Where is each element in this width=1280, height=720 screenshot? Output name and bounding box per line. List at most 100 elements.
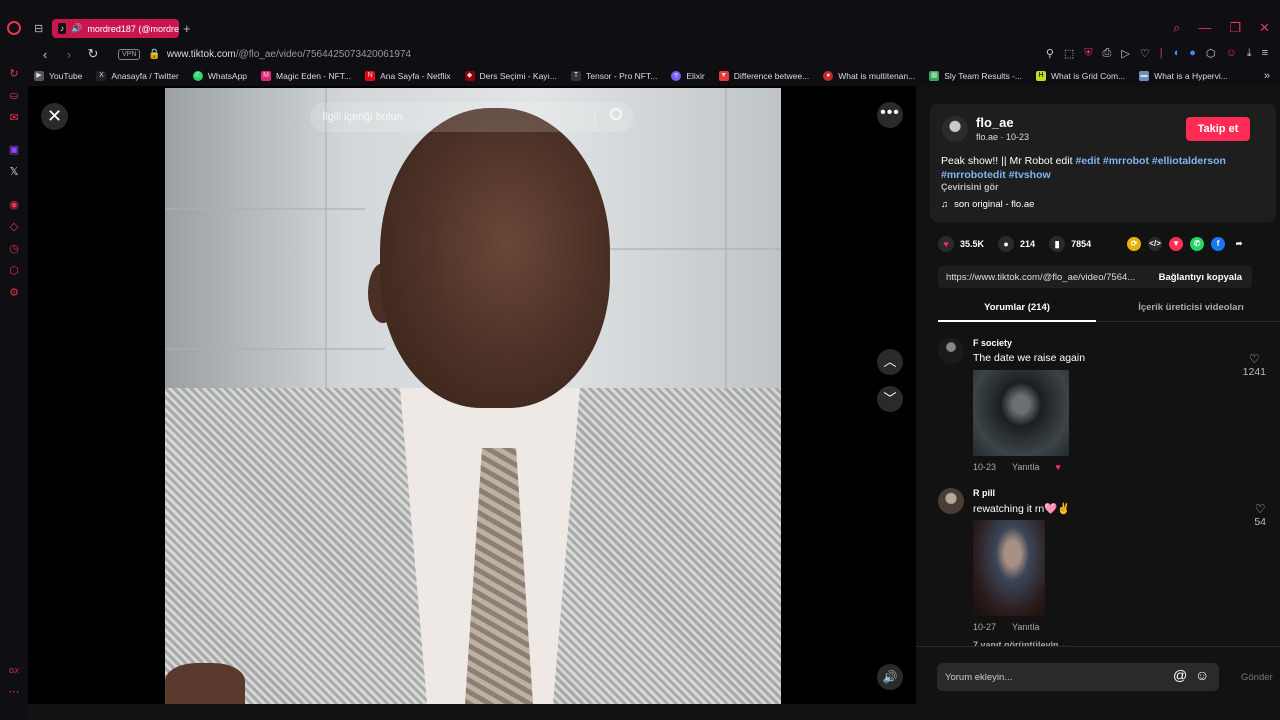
bookmark-netflix[interactable]: N Ana Sayfa - Netflix: [365, 71, 451, 81]
whatsapp-share-icon[interactable]: ✆: [1190, 237, 1205, 251]
reply-button[interactable]: Yanıtla: [1012, 622, 1039, 632]
video-player[interactable]: [165, 88, 781, 704]
refresh-sidebar-icon[interactable]: ↻: [8, 68, 20, 80]
commenter-avatar[interactable]: [938, 338, 964, 364]
embed-icon[interactable]: </>: [1148, 237, 1163, 251]
search-tabs-icon[interactable]: ⌕: [1173, 20, 1180, 36]
tab-menu-icon[interactable]: ⊟: [34, 22, 43, 35]
commenter-name[interactable]: F society: [973, 338, 1012, 348]
commenter-avatar[interactable]: [938, 488, 964, 514]
comment-placeholder: Yorum ekleyin...: [945, 671, 1013, 683]
minimize-icon[interactable]: —: [1198, 20, 1211, 36]
more-options-button[interactable]: •••: [877, 102, 903, 128]
history-icon[interactable]: ◷: [8, 243, 20, 255]
download-icon[interactable]: ⤓: [1247, 47, 1252, 60]
bookmark-sidebar-icon[interactable]: ◇: [8, 221, 20, 233]
send-to-friends-icon[interactable]: ▼: [1169, 237, 1184, 251]
bag-icon[interactable]: ⛀: [8, 90, 20, 102]
bookmark-grid[interactable]: H What is Grid Com...: [1036, 71, 1125, 81]
search-icon[interactable]: [610, 108, 622, 120]
player-icon[interactable]: ◉: [8, 199, 20, 211]
comment-image[interactable]: [973, 520, 1045, 616]
share-icons: ⟳ </> ▼ ✆ f ➦: [1127, 237, 1253, 251]
bookmark-label: WhatsApp: [207, 71, 248, 81]
extensions-sidebar-icon[interactable]: ⬡: [8, 265, 20, 277]
bookmark-sly-team[interactable]: ▦ Sly Team Results -...: [929, 71, 1022, 81]
more-icon[interactable]: ⋯: [8, 686, 20, 698]
save-button[interactable]: ▮ 7854: [1049, 236, 1091, 252]
facebook-share-icon[interactable]: f: [1211, 237, 1226, 251]
follow-button[interactable]: Takip et: [1186, 117, 1250, 141]
related-search-input[interactable]: İlgili içeriği bulun: [310, 102, 634, 132]
gx-icon[interactable]: GX: [8, 666, 20, 678]
comment-input[interactable]: Yorum ekleyin... @ ☺: [937, 663, 1219, 691]
close-window-icon[interactable]: ✕: [1259, 20, 1270, 36]
vpn-badge[interactable]: VPN: [118, 48, 141, 60]
tensor-icon: T: [571, 71, 581, 81]
speaker-icon[interactable]: 🔊: [71, 23, 82, 34]
copy-link-button[interactable]: Bağlantıyı kopyala: [1159, 272, 1242, 283]
profile-icon[interactable]: ☺: [1225, 47, 1236, 60]
twitch-icon[interactable]: ▣: [8, 144, 20, 156]
comment-image[interactable]: [973, 370, 1069, 456]
back-icon[interactable]: ‹: [38, 47, 52, 62]
url-field[interactable]: www.tiktok.com/@flo_ae/video/75644250734…: [167, 49, 411, 60]
creator-username[interactable]: flo_ae: [976, 115, 1014, 130]
bookmarks-overflow-icon[interactable]: »: [1264, 70, 1270, 82]
music-link[interactable]: ♫ son original - flo.ae: [941, 199, 1034, 210]
volume-button[interactable]: 🔊: [877, 664, 903, 690]
opera-logo-icon[interactable]: [7, 21, 21, 35]
active-tab[interactable]: ♪ 🔊 mordred187 (@mordre: [52, 19, 179, 38]
lock-icon[interactable]: 🔒: [148, 49, 160, 60]
tab-comments[interactable]: Yorumlar (214): [938, 302, 1096, 322]
new-tab-button[interactable]: +: [183, 21, 191, 36]
send-icon[interactable]: ▷: [1121, 47, 1129, 60]
comment-like-count: 54: [1254, 516, 1266, 528]
extensions-icon[interactable]: ⬡: [1206, 47, 1216, 60]
snapshot-icon[interactable]: ⬚: [1064, 47, 1074, 60]
mention-icon[interactable]: @: [1173, 667, 1187, 683]
next-video-button[interactable]: ﹀: [877, 386, 903, 412]
comment-like[interactable]: ♡ 1241: [1243, 352, 1266, 378]
send-button[interactable]: Gönder: [1241, 672, 1273, 683]
bookmark-youtube[interactable]: ▶ YouTube: [34, 71, 82, 81]
x-icon[interactable]: 𝕏: [8, 166, 20, 178]
tab-creator-videos[interactable]: İçerik üreticisi videoları: [1106, 302, 1276, 313]
maximize-icon[interactable]: ❐: [1229, 20, 1241, 36]
repost-icon[interactable]: ⟳: [1127, 237, 1142, 251]
comment-like[interactable]: ♡ 54: [1254, 502, 1266, 528]
reply-button[interactable]: Yanıtla: [1012, 462, 1039, 472]
audio-icon[interactable]: ◖: [1173, 47, 1180, 60]
bookmark-multitenancy[interactable]: ● What is multitenan...: [823, 71, 915, 81]
comment-button[interactable]: ● 214: [998, 236, 1035, 252]
bookmark-elixir[interactable]: e Elixir: [671, 71, 705, 81]
reload-icon[interactable]: ↻: [86, 46, 100, 62]
more-share-icon[interactable]: ➦: [1232, 237, 1246, 251]
previous-video-button[interactable]: ︿: [877, 349, 903, 375]
bookmark-magic-eden[interactable]: M Magic Eden - NFT...: [261, 71, 351, 81]
bookmark-ders[interactable]: ◆ Ders Seçimi - Kayı...: [464, 71, 557, 81]
translate-link[interactable]: Çevirisini gör: [941, 182, 999, 192]
commenter-name[interactable]: R pill: [973, 488, 995, 498]
close-video-button[interactable]: ✕: [41, 103, 68, 130]
video-link[interactable]: https://www.tiktok.com/@flo_ae/video/756…: [946, 272, 1146, 283]
bookmark-twitter[interactable]: X Anasayfa / Twitter: [96, 71, 179, 81]
forward-icon[interactable]: ›: [62, 47, 76, 62]
shield-icon[interactable]: ⛨: [1084, 47, 1092, 60]
bookmark-difference[interactable]: ▼ Difference betwee...: [718, 71, 809, 81]
bookmark-hypervisor[interactable]: ▬ What is a Hypervi...: [1139, 71, 1228, 81]
ext-blue-icon[interactable]: ●: [1189, 47, 1196, 60]
heart-icon[interactable]: ♡: [1140, 47, 1150, 60]
camera-icon[interactable]: ⎙: [1103, 47, 1112, 60]
bookmark-whatsapp[interactable]: ✆ WhatsApp: [192, 71, 248, 81]
settings-icon[interactable]: ⚙: [8, 287, 20, 299]
address-bar: ‹ › ↻ VPN 🔒 www.tiktok.com/@flo_ae/video…: [28, 42, 1280, 66]
pin-icon[interactable]: ⚲: [1046, 47, 1054, 60]
emoji-icon[interactable]: ☺: [1195, 667, 1209, 683]
menu-icon[interactable]: ≡: [1262, 47, 1268, 60]
panel-tabs: Yorumlar (214) İçerik üreticisi videolar…: [938, 300, 1280, 322]
bookmark-tensor[interactable]: T Tensor - Pro NFT...: [571, 71, 657, 81]
like-button[interactable]: ♥ 35.5K: [938, 236, 984, 252]
creator-avatar[interactable]: [942, 116, 968, 142]
messenger-icon[interactable]: ✉: [8, 112, 20, 124]
